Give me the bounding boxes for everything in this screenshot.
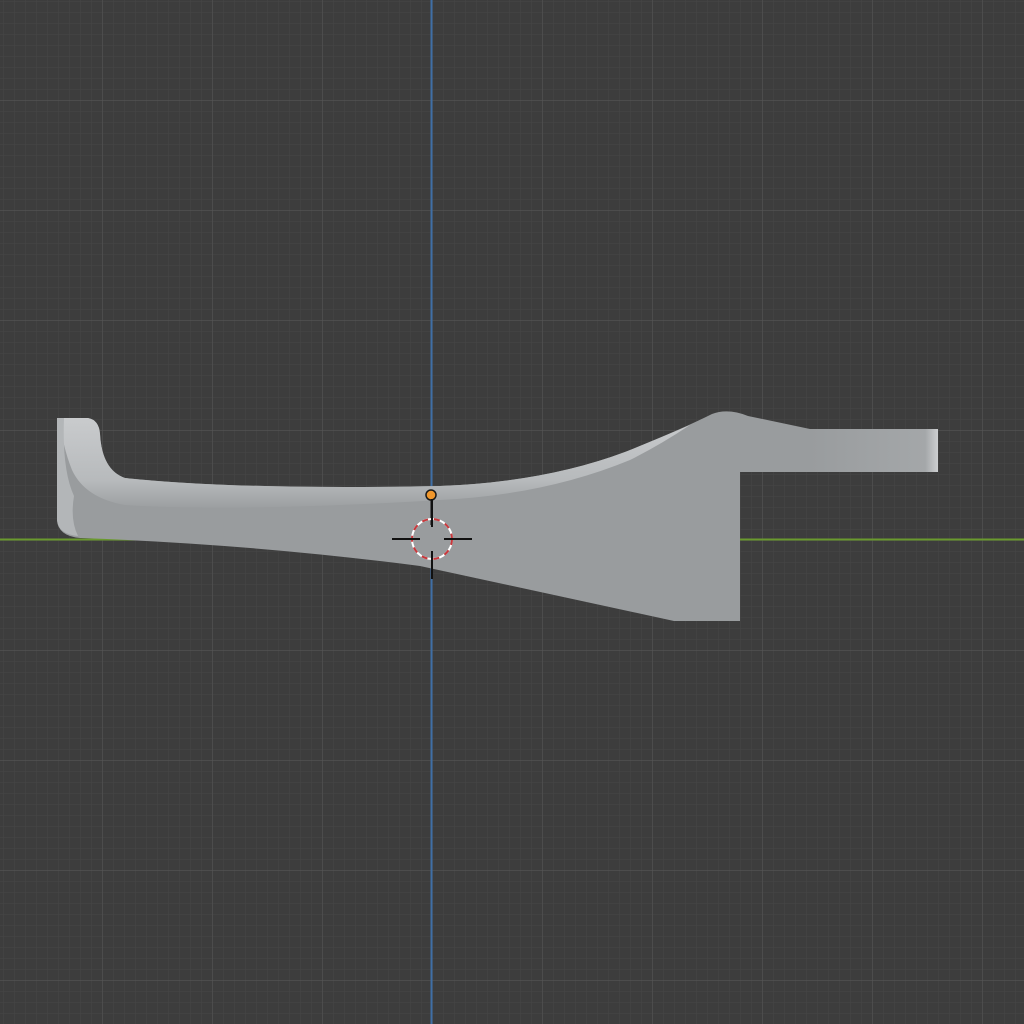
viewport-canvas[interactable]	[0, 0, 1024, 1024]
mesh-right-tab	[810, 429, 938, 472]
3d-viewport[interactable]	[0, 0, 1024, 1024]
object-origin-dot[interactable]	[425, 489, 437, 501]
